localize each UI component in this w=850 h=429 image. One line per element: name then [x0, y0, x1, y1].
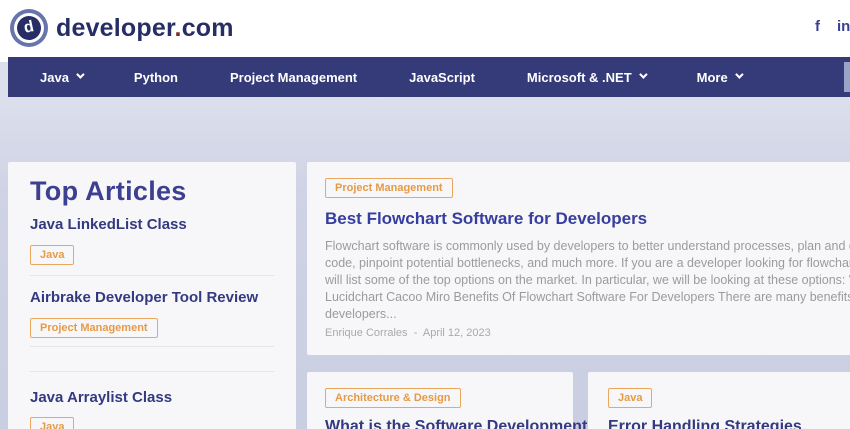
chevron-down-icon [638, 69, 648, 79]
sidebar-article-title[interactable]: Java Arraylist Class [30, 389, 172, 406]
facebook-icon[interactable]: f [815, 18, 820, 36]
article-card: Java Error Handling Strategies [588, 372, 850, 429]
divider [30, 371, 274, 372]
article-date: April 12, 2023 [422, 327, 491, 339]
article-byline: Enrique Corrales - April 12, 2023 [325, 327, 491, 339]
logo-wordmark: developer.com [56, 14, 234, 43]
logo-brand: developer [56, 13, 175, 42]
logo-tld: com [181, 13, 234, 42]
nav-item-java[interactable]: Java [40, 69, 85, 85]
category-tag[interactable]: Project Management [30, 318, 158, 338]
social-links: f in [815, 18, 850, 36]
logo-dot: . [174, 13, 182, 42]
category-tag[interactable]: Java [30, 417, 75, 429]
chevron-down-icon [76, 69, 85, 79]
category-tag[interactable]: Java [30, 245, 75, 265]
author-name[interactable]: Enrique Corrales [325, 327, 408, 339]
logo-d-icon: d [10, 9, 48, 47]
page: d developer.com f in Java Python Project… [0, 0, 850, 429]
search-box-partial[interactable] [844, 62, 850, 92]
top-articles-heading: Top Articles [30, 176, 187, 206]
nav-item-python[interactable]: Python [134, 70, 178, 85]
nav-item-javascript[interactable]: JavaScript [409, 70, 475, 85]
article-card: Architecture & Design What is the Softwa… [307, 372, 677, 429]
linkedin-icon[interactable]: in [837, 18, 850, 36]
divider [30, 275, 274, 276]
category-tag[interactable]: Architecture & Design [325, 388, 461, 408]
main-nav: Java Python Project Management JavaScrip… [8, 57, 850, 97]
article-excerpt: Flowchart software is commonly used by d… [325, 239, 850, 321]
sidebar-article-title[interactable]: Airbrake Developer Tool Review [30, 289, 258, 306]
featured-article-card: Project Management Best Flowchart Softwa… [307, 162, 850, 355]
nav-item-more[interactable]: More [697, 69, 744, 85]
article-title[interactable]: Error Handling Strategies [608, 418, 802, 429]
divider [30, 346, 274, 347]
top-articles-panel: Top Articles Java LinkedList Class Java … [8, 162, 296, 429]
article-title[interactable]: Best Flowchart Software for Developers [325, 209, 647, 229]
chevron-down-icon [734, 69, 744, 79]
site-header: d developer.com f in [0, 0, 850, 62]
site-logo[interactable]: d developer.com [10, 9, 234, 47]
sidebar-article-title[interactable]: Java LinkedList Class [30, 216, 187, 233]
nav-item-microsoft-net[interactable]: Microsoft & .NET [527, 69, 648, 85]
category-tag[interactable]: Project Management [325, 178, 453, 198]
byline-separator: - [413, 327, 418, 339]
nav-item-project-management[interactable]: Project Management [230, 70, 357, 85]
category-tag[interactable]: Java [608, 388, 653, 408]
logo-letter: d [14, 13, 44, 43]
